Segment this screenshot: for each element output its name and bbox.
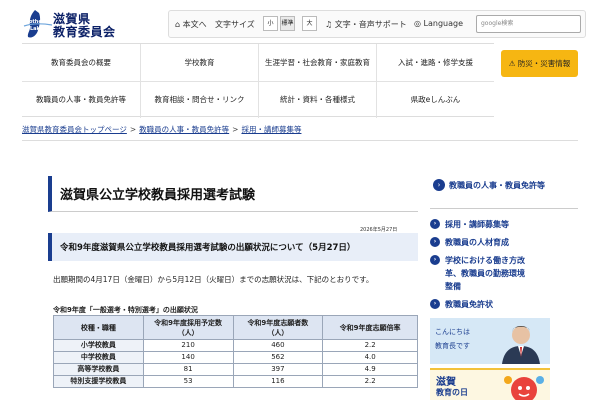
logo-en-mother: Mother [24, 19, 45, 25]
chevron-right-icon: › [433, 179, 445, 191]
banner2-line1: 滋賀 [436, 377, 456, 388]
section-heading: 令和9年度滋賀県公立学校教員採用選考試験の出願状況について（5月27日） [60, 243, 356, 253]
table-row: 特別支援学校教員 53 116 2.2 [53, 375, 418, 388]
table-row: 高等学校教員 81 397 4.9 [53, 363, 418, 376]
col-planned: 令和9年度採用予定数 （人） [142, 315, 234, 340]
col-school-type: 校種・職種 [53, 315, 144, 340]
language-link[interactable]: ◎ Language [414, 19, 463, 28]
home-icon: ⌂ [175, 20, 181, 29]
nav-lifelong-learning[interactable]: 生涯学習・社会教育・家庭教育 [258, 44, 376, 81]
table-cell: 460 [232, 339, 324, 352]
font-size-label: 文字サイズ [215, 20, 255, 29]
chevron-right-icon: › [430, 299, 440, 309]
speech-support-link[interactable]: ♫ 文字・音声サポート [325, 19, 407, 30]
globe-icon: ◎ [414, 19, 421, 28]
table-row: 中学校教員 140 562 4.0 [53, 351, 418, 364]
speech-icon: ♫ [325, 20, 333, 29]
nav-school-education[interactable]: 学校教育 [140, 44, 258, 81]
breadcrumb-recruitment[interactable]: 採用・講師募集等 [241, 125, 301, 134]
utility-toolbar: ⌂ 本文へ 文字サイズ 小 標準 大 ♫ 文字・音声サポート ◎ Languag… [168, 10, 586, 38]
table-cell: 小学校教員 [53, 339, 144, 352]
table-cell: 562 [232, 351, 324, 364]
nav-e-shinbun[interactable]: 県政eしんぶん [376, 81, 494, 118]
sidebar-heading-box[interactable]: › 教職員の人事・教員免許等 [430, 176, 578, 209]
table-cell: 81 [142, 363, 234, 376]
table-header-row: 校種・職種 令和9年度採用予定数 （人） 令和9年度志願者数 （人） 令和9年度… [53, 315, 418, 340]
superintendent-photo [496, 320, 546, 364]
page-title: 滋賀県公立学校教員採用選考試験 [60, 188, 256, 203]
nav-overview[interactable]: 教育委員会の概要 [22, 44, 140, 81]
chevron-right-icon: > [232, 125, 239, 134]
disaster-info-button[interactable]: ⚠ 防災・災害情報 [501, 50, 578, 77]
table-cell: 2.2 [322, 339, 418, 352]
table-caption: 令和9年度「一般選考・特別選考」の出願状況 [53, 306, 198, 314]
nav-admissions[interactable]: 入試・進路・修学支援 [376, 44, 494, 81]
table-cell: 397 [232, 363, 324, 376]
col-ratio: 令和9年度志願倍率 [322, 315, 418, 340]
chevron-right-icon: > [129, 125, 137, 134]
sidebar-item-work-reform[interactable]: › 学校における働き方改 革、教職員の勤務環境 整備 [430, 254, 578, 294]
banner2-line2: 教育の日 [436, 388, 468, 397]
intro-paragraph: 出願期間の4月17日（金曜日）から5月12日（火曜日）までの志願状況は、下記のと… [53, 275, 374, 284]
chevron-right-icon: › [430, 237, 440, 247]
banner1-line2: 教育長です [435, 342, 470, 350]
table-cell: 4.9 [322, 363, 418, 376]
page-title-box: 滋賀県公立学校教員採用選考試験 [48, 176, 418, 212]
search-input[interactable]: google検索 [476, 15, 581, 33]
skip-link[interactable]: ⌂ 本文へ [175, 19, 207, 30]
main-nav: 教育委員会の概要 学校教育 生涯学習・社会教育・家庭教育 入試・進路・修学支援 … [22, 43, 494, 118]
logo-en-lake: Lake [30, 26, 44, 32]
section-heading-box: 令和9年度滋賀県公立学校教員採用選考試験の出願状況について（5月27日） [48, 233, 418, 261]
table-cell: 210 [142, 339, 234, 352]
breadcrumb: 滋賀県教育委員会トップページ > 教職員の人事・教員免許等 > 採用・講師募集等 [22, 124, 301, 135]
table-cell: 特別支援学校教員 [53, 375, 144, 388]
superintendent-banner[interactable]: こんにちは 教育長です [430, 318, 550, 364]
font-standard-button[interactable]: 標準 [280, 16, 295, 31]
chevron-right-icon: › [430, 219, 440, 229]
table-cell: 116 [232, 375, 324, 388]
table-cell: 高等学校教員 [53, 363, 144, 376]
breadcrumb-personnel[interactable]: 教職員の人事・教員免許等 [139, 125, 229, 134]
logo-line2: 教育委員会 [53, 25, 116, 39]
breadcrumb-home[interactable]: 滋賀県教育委員会トップページ [22, 125, 127, 134]
sidebar-heading: 教職員の人事・教員免許等 [449, 181, 545, 190]
site-header: Mother Lake 滋賀県 教育委員会 ⌂ 本文へ 文字サイズ 小 標準 大… [0, 0, 600, 46]
warning-icon: ⚠ [508, 59, 516, 68]
update-date: 2026年5月27日 [360, 227, 398, 233]
chevron-right-icon: › [430, 255, 440, 265]
mascot-icon [504, 376, 544, 400]
table-cell: 中学校教員 [53, 351, 144, 364]
table-cell: 140 [142, 351, 234, 364]
table-cell: 4.0 [322, 351, 418, 364]
nav-statistics[interactable]: 統計・資料・各種様式 [258, 81, 376, 118]
banner1-line1: こんにちは [435, 328, 470, 336]
table-row: 小学校教員 210 460 2.2 [53, 339, 418, 352]
nav-consultation[interactable]: 教育相談・問合せ・リンク [140, 81, 258, 118]
table-cell: 2.2 [322, 375, 418, 388]
col-applicants: 令和9年度志願者数 （人） [232, 315, 324, 340]
education-day-banner[interactable]: 滋賀 教育の日 [430, 368, 550, 400]
nav-personnel[interactable]: 教職員の人事・教員免許等 [22, 81, 140, 118]
font-large-button[interactable]: 大 [302, 16, 317, 31]
font-small-button[interactable]: 小 [263, 16, 278, 31]
breadcrumb-divider [22, 140, 578, 141]
application-table: 校種・職種 令和9年度採用予定数 （人） 令和9年度志願者数 （人） 令和9年度… [53, 315, 418, 388]
table-cell: 53 [142, 375, 234, 388]
site-logo[interactable]: Mother Lake 滋賀県 教育委員会 [22, 8, 142, 39]
